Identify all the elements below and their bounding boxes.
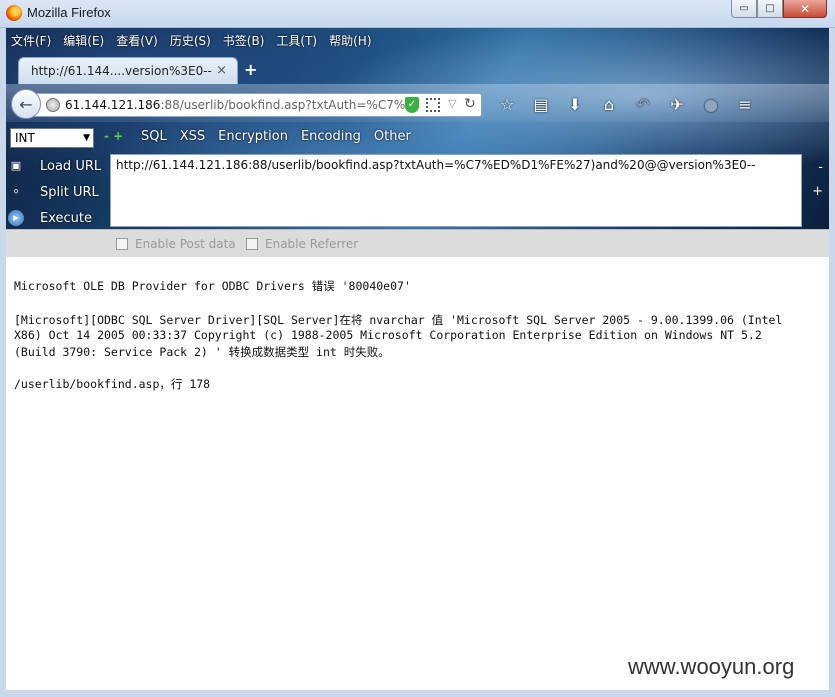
navigation-bar: 61.144.121.186:88/userlib/bookfind.asp?t… (6, 84, 829, 122)
undo-icon[interactable]: ↶ (626, 95, 660, 114)
chevron-down-icon[interactable]: ▽ (448, 97, 456, 110)
increase-button[interactable]: + (812, 184, 823, 199)
menu-help[interactable]: 帮助(H) (329, 32, 371, 49)
reload-icon[interactable]: ↻ (464, 96, 476, 112)
close-button[interactable]: ✕ (783, 0, 827, 18)
menu-tools[interactable]: 工具(T) (276, 32, 317, 49)
menu-hamburger-icon[interactable]: ≡ (728, 95, 762, 114)
menu-history[interactable]: 历史(S) (170, 32, 211, 49)
tab-active[interactable]: http://61.144....version%3E0-- × (18, 57, 238, 84)
execute-label: Execute (40, 210, 92, 226)
hackbar-menu-other[interactable]: Other (374, 129, 411, 144)
load-url-label: Load URL (40, 158, 102, 174)
enable-referrer-option[interactable]: Enable Referrer (246, 237, 358, 251)
hackbar-options: Enable Post data Enable Referrer (6, 229, 829, 257)
hackbar-toolbar: INT ▼ - + SQL XSS Encryption Encoding Ot… (6, 124, 829, 152)
new-tab-button[interactable]: + (244, 60, 257, 79)
home-icon[interactable]: ⌂ (592, 95, 626, 114)
hackbar-menu: SQL XSS Encryption Encoding Other (141, 129, 424, 144)
url-bar[interactable]: 61.144.121.186:88/userlib/bookfind.asp?t… (34, 93, 482, 117)
error-location: /userlib/bookfind.asp，行 178 (14, 377, 211, 391)
enable-referrer-checkbox[interactable] (246, 238, 258, 250)
hackbar-url-textarea[interactable]: http://61.144.121.186:88/userlib/bookfin… (110, 154, 802, 227)
tab-strip: http://61.144....version%3E0-- × + (6, 54, 829, 84)
execute-icon: ▸ (8, 210, 24, 226)
split-url-label: Split URL (40, 184, 99, 200)
menubar: 文件(F) 编辑(E) 查看(V) 历史(S) 书签(B) 工具(T) 帮助(H… (6, 28, 384, 52)
tab-close-icon[interactable]: × (216, 63, 227, 78)
addon-icon[interactable]: ✈ (660, 95, 694, 114)
load-url-button[interactable]: ▣ Load URL (8, 154, 101, 178)
error-detail-line-2: X86) Oct 14 2005 00:33:37 Copyright (c) … (14, 328, 762, 342)
window-controls: ▭ □ ✕ (731, 0, 827, 18)
enable-referrer-label: Enable Referrer (265, 237, 359, 251)
split-url-icon: ⸰ (12, 185, 20, 198)
back-button[interactable]: ← (11, 89, 41, 119)
menu-bookmarks[interactable]: 书签(B) (223, 32, 265, 49)
hackbar-menu-encryption[interactable]: Encryption (218, 129, 288, 144)
watermark: www.wooyun.org (628, 654, 795, 679)
int-select[interactable]: INT ▼ (10, 128, 94, 148)
url-host: 61.144.121.186 (65, 98, 161, 112)
menu-edit[interactable]: 编辑(E) (63, 32, 104, 49)
maximize-button[interactable]: □ (757, 0, 783, 18)
minimize-button[interactable]: ▭ (731, 0, 757, 18)
error-detail-line-3: (Build 3790: Service Pack 2) ' 转换成数据类型 i… (14, 345, 390, 359)
url-text[interactable]: 61.144.121.186:88/userlib/bookfind.asp?t… (65, 98, 413, 112)
enable-post-label: Enable Post data (135, 237, 236, 251)
hackbar-menu-xss[interactable]: XSS (180, 129, 205, 144)
int-select-value: INT (15, 131, 35, 145)
toolbar-icons: ☆ ▤ ⬇ ⌂ ↶ ✈ ● ≡ (490, 92, 762, 116)
globe-icon (46, 98, 60, 112)
reading-list-icon[interactable]: ▤ (524, 95, 558, 114)
url-path: :88/userlib/bookfind.asp?txtAuth=%C7%E (160, 98, 413, 112)
enable-post-option[interactable]: Enable Post data (116, 237, 236, 251)
tab-title: http://61.144....version%3E0-- (31, 64, 212, 78)
menu-view[interactable]: 查看(V) (116, 32, 158, 49)
browser-chrome: 文件(F) 编辑(E) 查看(V) 历史(S) 书签(B) 工具(T) 帮助(H… (6, 28, 829, 257)
window-bottom-border (0, 690, 835, 697)
select-arrow-icon: ▼ (83, 133, 90, 143)
shield-icon[interactable]: ✓ (405, 97, 419, 113)
window-titlebar: Mozilla Firefox ▭ □ ✕ (0, 0, 835, 28)
enable-post-checkbox[interactable] (116, 238, 128, 250)
back-arrow-icon: ← (19, 94, 33, 114)
window-title: Mozilla Firefox (27, 5, 111, 20)
bookmark-star-icon[interactable]: ☆ (490, 95, 524, 114)
split-url-button[interactable]: ⸰ Split URL (8, 180, 99, 204)
hackbar-menu-sql[interactable]: SQL (141, 129, 167, 144)
execute-button[interactable]: ▸ Execute (8, 206, 92, 230)
download-icon[interactable]: ⬇ (558, 95, 592, 114)
load-url-icon: ▣ (10, 159, 22, 172)
error-heading: Microsoft OLE DB Provider for ODBC Drive… (14, 279, 411, 293)
error-detail-line-1: [Microsoft][ODBC SQL Server Driver][SQL … (14, 313, 783, 327)
persona-icon[interactable]: ● (694, 95, 728, 114)
menu-file[interactable]: 文件(F) (11, 32, 51, 49)
qr-code-icon[interactable] (426, 98, 440, 112)
decrease-button[interactable]: - (818, 160, 823, 175)
hackbar-menu-encoding[interactable]: Encoding (301, 129, 361, 144)
window-right-border (829, 28, 835, 697)
firefox-logo-icon (6, 5, 22, 21)
hackbar-arrows[interactable]: - + (104, 129, 123, 143)
page-content: Microsoft OLE DB Provider for ODBC Drive… (6, 257, 829, 690)
